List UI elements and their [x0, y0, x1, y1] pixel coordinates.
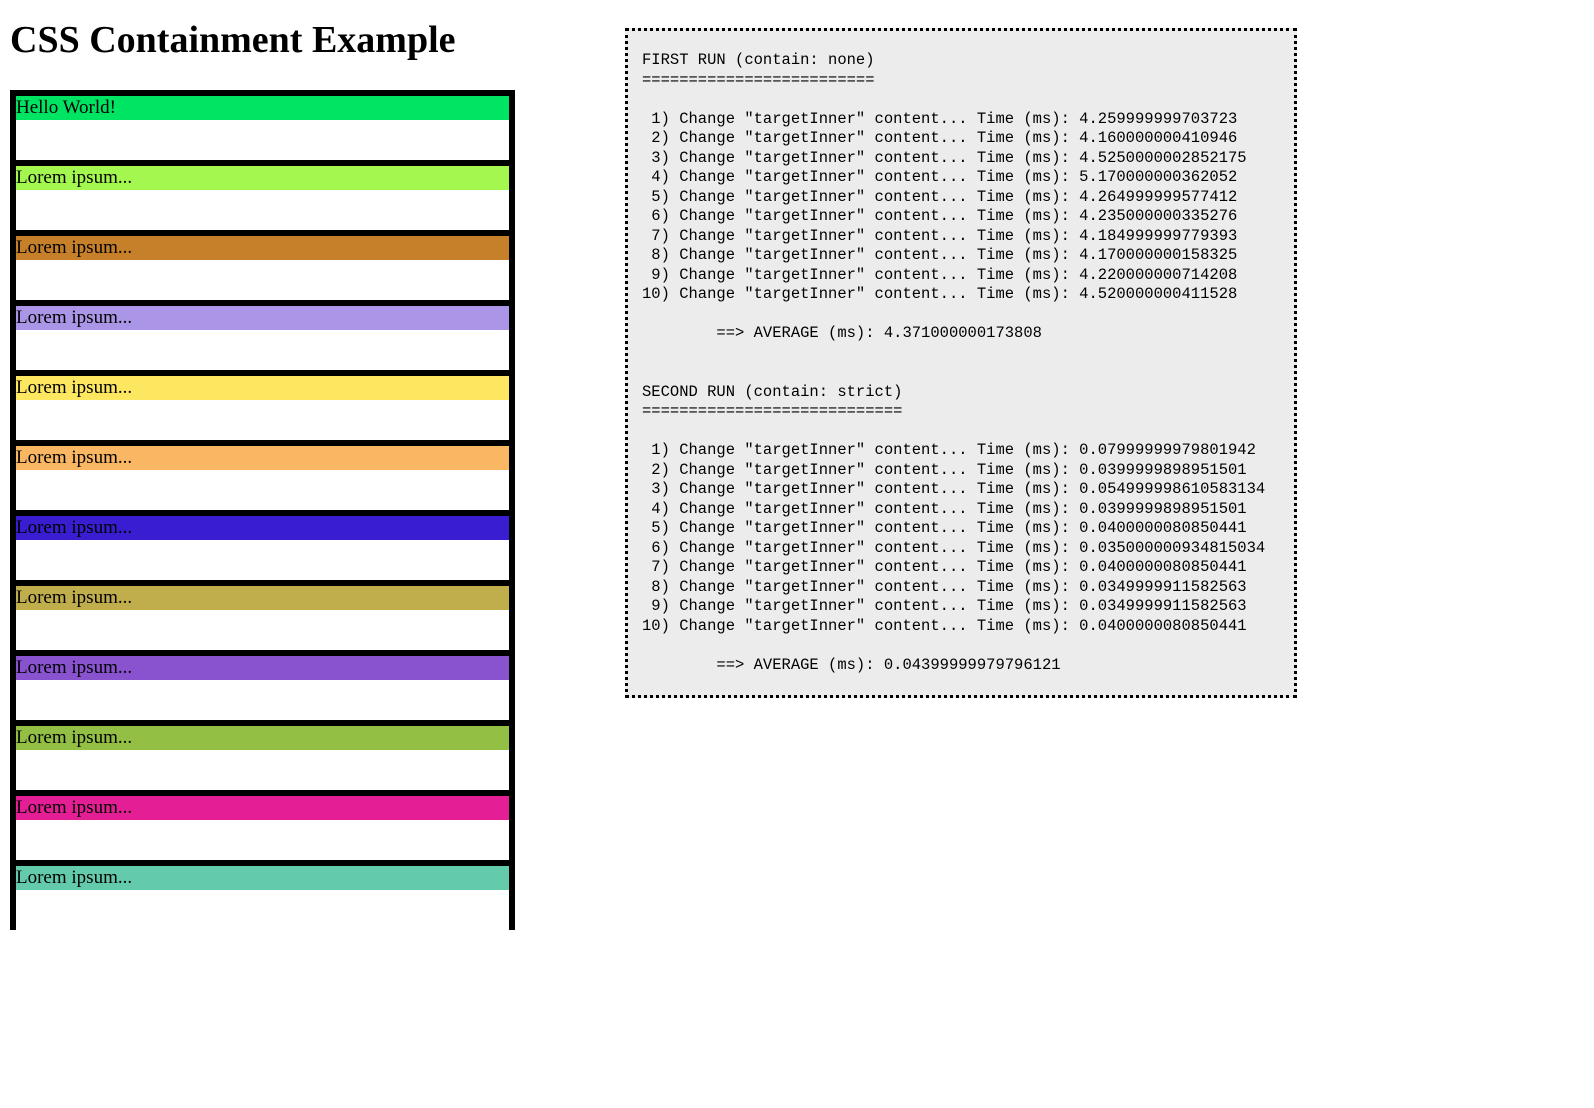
box-item: Lorem ipsum... — [16, 860, 509, 930]
box-header: Lorem ipsum... — [16, 586, 509, 610]
box-body — [16, 190, 509, 230]
box-body — [16, 260, 509, 300]
box-item: Lorem ipsum... — [16, 650, 509, 720]
box-item: Lorem ipsum... — [16, 580, 509, 650]
right-column: FIRST RUN (contain: none) ==============… — [625, 0, 1297, 930]
box-body — [16, 540, 509, 580]
box-header: Lorem ipsum... — [16, 236, 509, 260]
box-body — [16, 750, 509, 790]
box-body — [16, 680, 509, 720]
box-body — [16, 820, 509, 860]
box-body — [16, 330, 509, 370]
box-item: Lorem ipsum... — [16, 440, 509, 510]
box-item: Lorem ipsum... — [16, 790, 509, 860]
box-body — [16, 610, 509, 650]
box-item: Lorem ipsum... — [16, 300, 509, 370]
box-body — [16, 470, 509, 510]
box-body — [16, 400, 509, 440]
box-list: Hello World! Lorem ipsum... Lorem ipsum...… — [10, 90, 515, 930]
box-item: Lorem ipsum... — [16, 720, 509, 790]
box-header: Hello World! — [16, 96, 509, 120]
page-title: CSS Containment Example — [10, 18, 515, 62]
box-item: Lorem ipsum... — [16, 230, 509, 300]
box-header: Lorem ipsum... — [16, 166, 509, 190]
box-header: Lorem ipsum... — [16, 516, 509, 540]
box-header: Lorem ipsum... — [16, 866, 509, 890]
box-header: Lorem ipsum... — [16, 656, 509, 680]
box-item: Lorem ipsum... — [16, 160, 509, 230]
box-header: Lorem ipsum... — [16, 446, 509, 470]
box-item: Lorem ipsum... — [16, 510, 509, 580]
box-header: Lorem ipsum... — [16, 726, 509, 750]
output-panel: FIRST RUN (contain: none) ==============… — [625, 28, 1297, 698]
box-header: Lorem ipsum... — [16, 306, 509, 330]
box-body — [16, 120, 509, 160]
box-body — [16, 890, 509, 930]
left-column: CSS Containment Example Hello World! Lore… — [0, 0, 515, 930]
box-header: Lorem ipsum... — [16, 796, 509, 820]
box-item: Hello World! — [16, 90, 509, 160]
box-item: Lorem ipsum... — [16, 370, 509, 440]
box-header: Lorem ipsum... — [16, 376, 509, 400]
